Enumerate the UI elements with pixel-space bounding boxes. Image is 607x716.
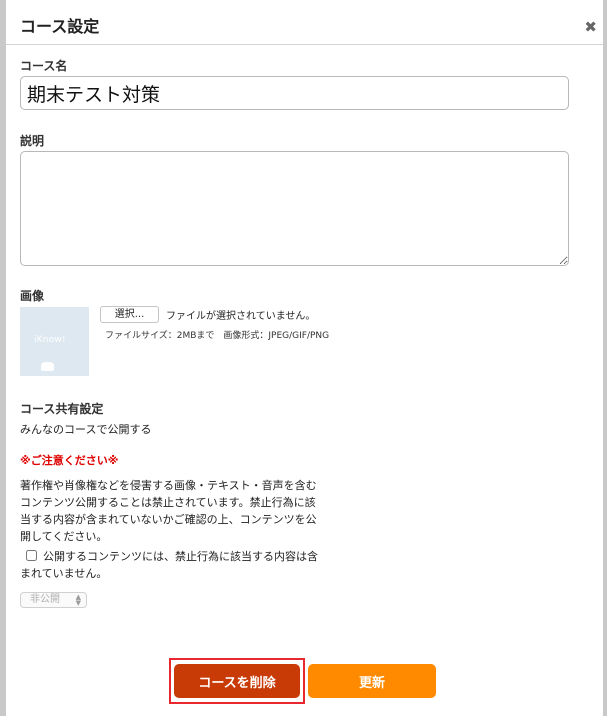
visibility-select[interactable]: 非公開 ▲ ▼ <box>20 592 87 608</box>
select-file-button[interactable]: 選択... <box>100 306 159 323</box>
sharing-label: コース共有設定 <box>20 402 104 416</box>
file-spec-text: ファイルサイズ：2MBまで 画像形式：JPEG/GIF/PNG <box>105 331 330 341</box>
agree-checkbox[interactable] <box>26 550 37 561</box>
course-name-label: コース名 <box>20 59 68 73</box>
description-label: 説明 <box>20 134 45 148</box>
copyright-notice: 著作権や肖像権などを侵害する画像・テキスト・音声を含むコンテンツ公開することは禁… <box>20 479 317 543</box>
chevron-updown-icon: ▲ ▼ <box>75 593 81 607</box>
course-settings-dialog: コース設定 ✖ コース名 説明 画像 iKnow! 選択... ファイルが選択さ… <box>0 0 607 716</box>
course-name-input[interactable] <box>20 76 569 110</box>
update-button[interactable]: 更新 <box>308 664 436 698</box>
image-label: 画像 <box>20 289 45 303</box>
dialog-title: コース設定 <box>20 17 100 36</box>
chat-bubble-icon <box>41 362 54 371</box>
close-icon[interactable]: ✖ <box>584 20 597 35</box>
description-textarea[interactable] <box>20 151 569 266</box>
caution-heading: ※ご注意ください※ <box>20 454 119 467</box>
visibility-selected-value: 非公開 <box>30 594 60 605</box>
thumbnail-logo-text: iKnow! <box>34 335 66 345</box>
dialog-header: コース設定 ✖ <box>6 0 603 45</box>
sharing-subtext: みんなのコースで公開する <box>20 423 152 436</box>
delete-course-button[interactable]: コースを削除 <box>174 664 300 698</box>
agree-label: 公開するコンテンツには、禁止行為に該当する内容は含まれていません。 <box>20 550 318 580</box>
image-thumbnail: iKnow! <box>20 307 89 376</box>
agree-row: 公開するコンテンツには、禁止行為に該当する内容は含まれていません。 <box>20 548 325 582</box>
file-status-text: ファイルが選択されていません。 <box>166 311 316 322</box>
